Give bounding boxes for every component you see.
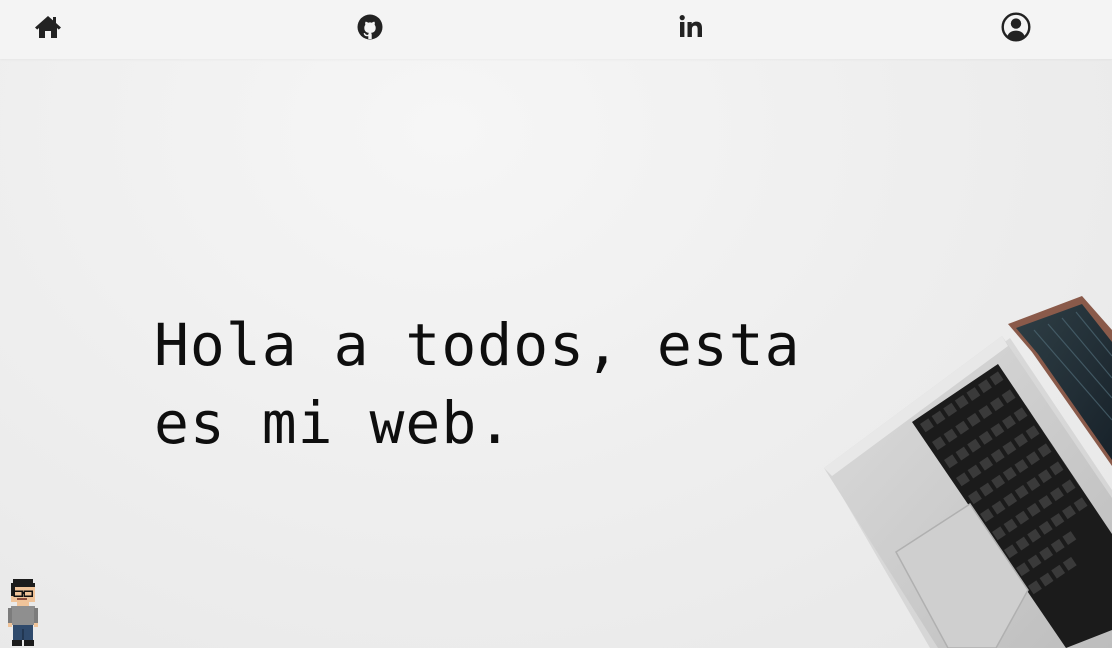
laptop-image	[820, 290, 1112, 648]
user-circle-icon[interactable]	[1001, 12, 1031, 42]
linkedin-icon[interactable]	[677, 12, 707, 42]
pixel-avatar	[8, 577, 40, 648]
home-icon[interactable]	[33, 12, 63, 42]
top-navbar	[0, 0, 1112, 59]
hero-headline: Hola a todos, esta es mi web.	[154, 311, 801, 457]
github-icon[interactable]	[355, 12, 385, 42]
